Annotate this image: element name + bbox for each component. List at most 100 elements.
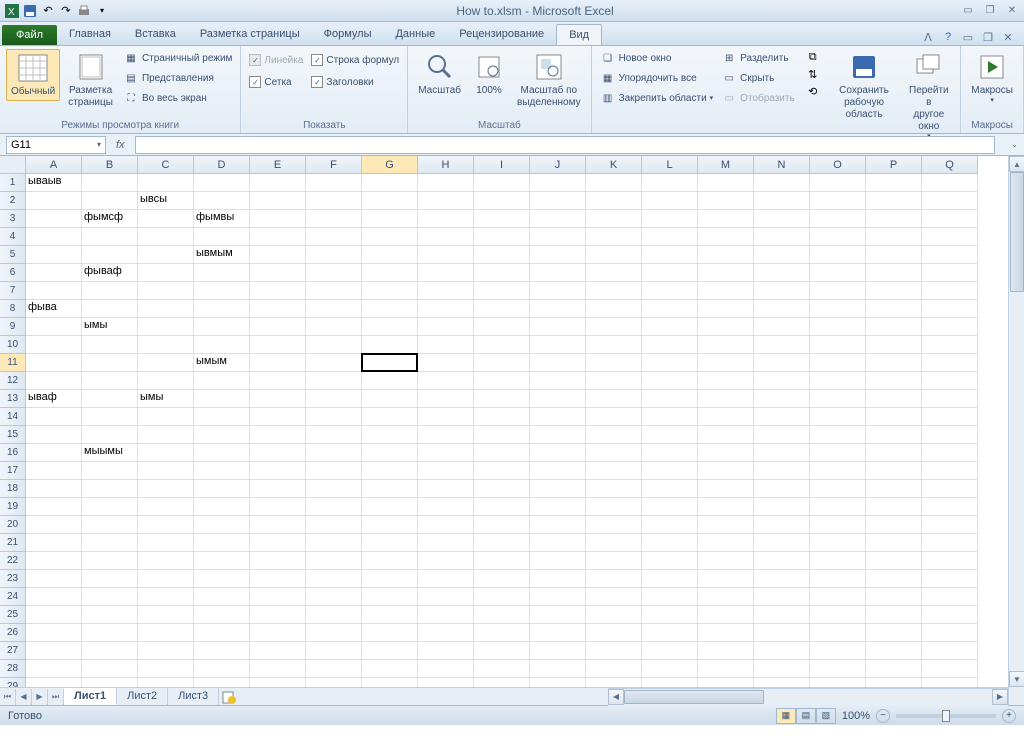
cell-Q24[interactable] bbox=[922, 588, 978, 606]
cell-Q8[interactable] bbox=[922, 300, 978, 318]
cell-H7[interactable] bbox=[418, 282, 474, 300]
fullscreen-button[interactable]: ⛶Во весь экран bbox=[121, 89, 234, 107]
cell-C6[interactable] bbox=[138, 264, 194, 282]
cell-Q28[interactable] bbox=[922, 660, 978, 678]
cell-O25[interactable] bbox=[810, 606, 866, 624]
file-tab[interactable]: Файл bbox=[2, 25, 57, 45]
row-header-27[interactable]: 27 bbox=[0, 642, 26, 660]
cell-N26[interactable] bbox=[754, 624, 810, 642]
cell-L14[interactable] bbox=[642, 408, 698, 426]
cell-E25[interactable] bbox=[250, 606, 306, 624]
zoom-level[interactable]: 100% bbox=[842, 710, 870, 722]
cell-J25[interactable] bbox=[530, 606, 586, 624]
cell-M27[interactable] bbox=[698, 642, 754, 660]
cell-E20[interactable] bbox=[250, 516, 306, 534]
cell-H29[interactable] bbox=[418, 678, 474, 687]
cell-L29[interactable] bbox=[642, 678, 698, 687]
cell-G3[interactable] bbox=[362, 210, 418, 228]
cell-B17[interactable] bbox=[82, 462, 138, 480]
cell-M18[interactable] bbox=[698, 480, 754, 498]
cell-M7[interactable] bbox=[698, 282, 754, 300]
cell-H4[interactable] bbox=[418, 228, 474, 246]
cell-O8[interactable] bbox=[810, 300, 866, 318]
cell-J17[interactable] bbox=[530, 462, 586, 480]
cell-D8[interactable] bbox=[194, 300, 250, 318]
cell-J21[interactable] bbox=[530, 534, 586, 552]
cell-G21[interactable] bbox=[362, 534, 418, 552]
cell-O5[interactable] bbox=[810, 246, 866, 264]
cell-J7[interactable] bbox=[530, 282, 586, 300]
cell-I16[interactable] bbox=[474, 444, 530, 462]
cell-Q17[interactable] bbox=[922, 462, 978, 480]
row-header-24[interactable]: 24 bbox=[0, 588, 26, 606]
cell-Q6[interactable] bbox=[922, 264, 978, 282]
cell-G14[interactable] bbox=[362, 408, 418, 426]
column-header-D[interactable]: D bbox=[194, 156, 250, 174]
cell-E6[interactable] bbox=[250, 264, 306, 282]
freeze-panes-button[interactable]: ▥Закрепить области ▾ bbox=[598, 89, 716, 107]
cell-D14[interactable] bbox=[194, 408, 250, 426]
cell-K24[interactable] bbox=[586, 588, 642, 606]
row-header-16[interactable]: 16 bbox=[0, 444, 26, 462]
cell-C21[interactable] bbox=[138, 534, 194, 552]
cell-L20[interactable] bbox=[642, 516, 698, 534]
cell-O16[interactable] bbox=[810, 444, 866, 462]
cell-A4[interactable] bbox=[26, 228, 82, 246]
cell-H13[interactable] bbox=[418, 390, 474, 408]
cell-N14[interactable] bbox=[754, 408, 810, 426]
cell-A16[interactable] bbox=[26, 444, 82, 462]
row-header-7[interactable]: 7 bbox=[0, 282, 26, 300]
cell-B7[interactable] bbox=[82, 282, 138, 300]
column-header-H[interactable]: H bbox=[418, 156, 474, 174]
cell-C28[interactable] bbox=[138, 660, 194, 678]
cell-C26[interactable] bbox=[138, 624, 194, 642]
cell-P22[interactable] bbox=[866, 552, 922, 570]
cell-M9[interactable] bbox=[698, 318, 754, 336]
cell-I27[interactable] bbox=[474, 642, 530, 660]
cell-E21[interactable] bbox=[250, 534, 306, 552]
column-header-J[interactable]: J bbox=[530, 156, 586, 174]
cell-H12[interactable] bbox=[418, 372, 474, 390]
cell-P2[interactable] bbox=[866, 192, 922, 210]
cell-F6[interactable] bbox=[306, 264, 362, 282]
cell-G16[interactable] bbox=[362, 444, 418, 462]
cell-J27[interactable] bbox=[530, 642, 586, 660]
cell-G7[interactable] bbox=[362, 282, 418, 300]
cell-L7[interactable] bbox=[642, 282, 698, 300]
cell-B2[interactable] bbox=[82, 192, 138, 210]
cell-I9[interactable] bbox=[474, 318, 530, 336]
cell-F23[interactable] bbox=[306, 570, 362, 588]
cell-I26[interactable] bbox=[474, 624, 530, 642]
prev-sheet-button[interactable]: ◀ bbox=[16, 689, 32, 705]
cell-K8[interactable] bbox=[586, 300, 642, 318]
cell-G9[interactable] bbox=[362, 318, 418, 336]
column-header-B[interactable]: B bbox=[82, 156, 138, 174]
cell-G8[interactable] bbox=[362, 300, 418, 318]
cell-F3[interactable] bbox=[306, 210, 362, 228]
cell-B9[interactable]: ымы bbox=[82, 318, 138, 336]
cell-I13[interactable] bbox=[474, 390, 530, 408]
normal-view-button[interactable]: Обычный bbox=[6, 49, 60, 101]
cell-F4[interactable] bbox=[306, 228, 362, 246]
cell-H22[interactable] bbox=[418, 552, 474, 570]
undo-icon[interactable]: ↶ bbox=[40, 3, 56, 19]
zoom-slider-thumb[interactable] bbox=[942, 710, 950, 722]
cell-L2[interactable] bbox=[642, 192, 698, 210]
cell-F17[interactable] bbox=[306, 462, 362, 480]
gridlines-checkbox[interactable]: Сетка bbox=[247, 75, 305, 89]
qat-dropdown-icon[interactable]: ▾ bbox=[94, 3, 110, 19]
cell-K10[interactable] bbox=[586, 336, 642, 354]
cell-C9[interactable] bbox=[138, 318, 194, 336]
cell-F5[interactable] bbox=[306, 246, 362, 264]
cell-P15[interactable] bbox=[866, 426, 922, 444]
cell-B4[interactable] bbox=[82, 228, 138, 246]
cell-D3[interactable]: фымвы bbox=[194, 210, 250, 228]
cell-C22[interactable] bbox=[138, 552, 194, 570]
cell-B8[interactable] bbox=[82, 300, 138, 318]
column-header-G[interactable]: G bbox=[362, 156, 418, 174]
cell-N19[interactable] bbox=[754, 498, 810, 516]
cell-J29[interactable] bbox=[530, 678, 586, 687]
cell-E16[interactable] bbox=[250, 444, 306, 462]
column-header-F[interactable]: F bbox=[306, 156, 362, 174]
cell-D12[interactable] bbox=[194, 372, 250, 390]
